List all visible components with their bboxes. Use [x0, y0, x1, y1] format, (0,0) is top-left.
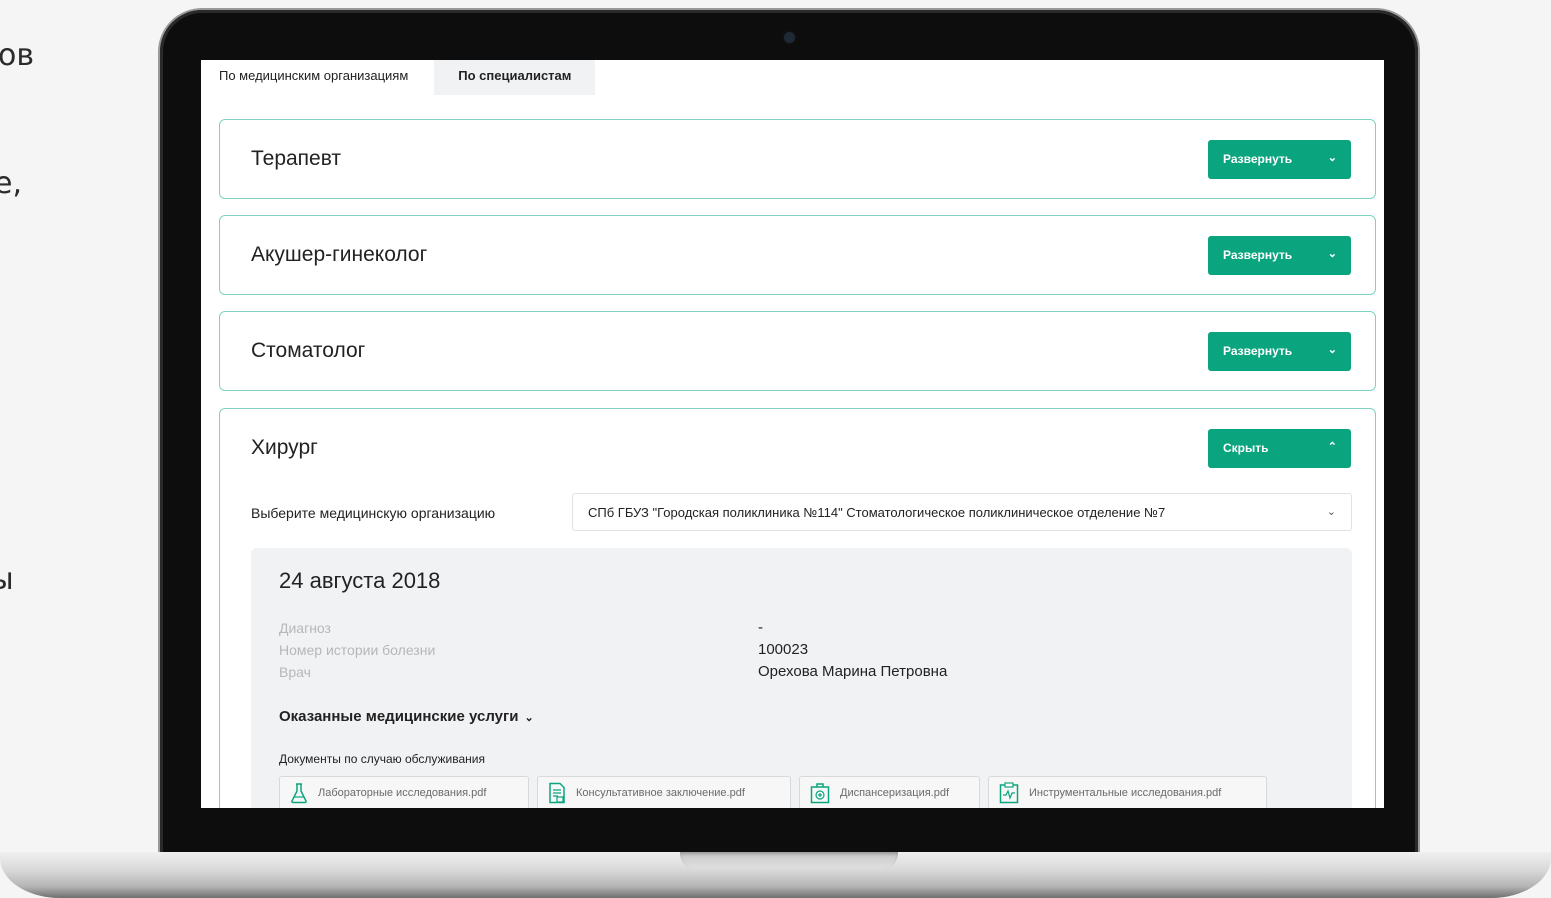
expand-button-label: Развернуть	[1223, 152, 1293, 166]
specialist-title: Терапевт	[251, 147, 342, 170]
document-icon	[549, 782, 565, 804]
document-name: Консультативное заключение.pdf	[576, 787, 745, 799]
specialist-card-dentist: Стоматолог Развернуть ⌄	[219, 311, 1376, 391]
expand-button[interactable]: Развернуть ⌄	[1208, 332, 1351, 371]
camera-icon	[784, 32, 795, 43]
documents-label: Документы по случаю обслуживания	[279, 752, 485, 766]
specialist-title: Хирург	[251, 436, 318, 459]
expand-button-label: Развернуть	[1223, 344, 1293, 358]
background-text-fragment: ов	[0, 38, 35, 73]
expand-button-label: Развернуть	[1223, 248, 1293, 262]
chevron-down-icon: ⌄	[524, 712, 534, 724]
expand-button[interactable]: Развернуть ⌄	[1208, 236, 1351, 275]
document-chip-instrumental[interactable]: Инструментальные исследования.pdf	[988, 776, 1267, 808]
history-number-label: Номер истории болезни	[279, 642, 436, 658]
tab-by-specialists[interactable]: По специалистам	[434, 60, 596, 95]
document-chip-dispensary[interactable]: Диспансеризация.pdf	[799, 776, 980, 808]
background-text-fragment: е,	[0, 166, 22, 201]
clipboard-chart-icon	[999, 782, 1019, 804]
chevron-down-icon: ⌄	[1327, 248, 1337, 260]
collapse-button-label: Скрыть	[1223, 441, 1269, 455]
organization-select[interactable]: СПб ГБУЗ "Городская поликлиника №114" Ст…	[572, 493, 1352, 531]
document-chip-lab[interactable]: Лабораторные исследования.pdf	[279, 776, 529, 808]
specialist-card-gynecologist: Акушер-гинеколог Развернуть ⌄	[219, 215, 1376, 295]
visit-panel: 24 августа 2018 Диагноз - Номер истории …	[251, 548, 1352, 808]
collapse-button[interactable]: Скрыть ⌃	[1208, 429, 1351, 468]
chevron-down-icon: ⌄	[1326, 506, 1336, 518]
organization-label: Выберите медицинскую организацию	[251, 505, 496, 521]
specialist-card-therapist: Терапевт Развернуть ⌄	[219, 119, 1376, 199]
expand-button[interactable]: Развернуть ⌄	[1208, 140, 1351, 179]
specialist-title: Акушер-гинеколог	[251, 243, 428, 266]
chevron-up-icon: ⌃	[1327, 441, 1337, 453]
document-chip-consultation[interactable]: Консультативное заключение.pdf	[537, 776, 791, 808]
doctor-label: Врач	[279, 664, 311, 680]
laptop-screen: По медицинским организациям По специалис…	[201, 60, 1384, 808]
tab-by-organizations[interactable]: По медицинским организациям	[219, 60, 422, 95]
specialist-title: Стоматолог	[251, 339, 366, 362]
services-toggle[interactable]: Оказанные медицинские услуги ⌄	[279, 708, 534, 725]
history-number-value: 100023	[758, 641, 809, 658]
chevron-down-icon: ⌄	[1327, 152, 1337, 164]
document-name: Диспансеризация.pdf	[840, 787, 950, 799]
tab-bar: По медицинским организациям По специалис…	[219, 60, 596, 95]
diagnosis-value: -	[758, 619, 763, 636]
chevron-down-icon: ⌄	[1327, 344, 1337, 356]
specialist-card-surgeon: Хирург Скрыть ⌃ Выберите медицинскую орг…	[219, 408, 1376, 808]
doctor-value: Орехова Марина Петровна	[758, 663, 948, 680]
document-name: Лабораторные исследования.pdf	[318, 787, 487, 799]
organization-select-value: СПб ГБУЗ "Городская поликлиника №114" Ст…	[588, 505, 1166, 520]
medical-kit-icon	[810, 783, 830, 804]
flask-icon	[291, 783, 307, 804]
laptop-notch	[680, 852, 898, 869]
document-name: Инструментальные исследования.pdf	[1029, 787, 1222, 799]
visit-date: 24 августа 2018	[279, 568, 441, 593]
diagnosis-label: Диагноз	[279, 620, 331, 636]
background-text-fragment: ы	[0, 562, 14, 597]
services-label: Оказанные медицинские услуги	[279, 708, 519, 725]
